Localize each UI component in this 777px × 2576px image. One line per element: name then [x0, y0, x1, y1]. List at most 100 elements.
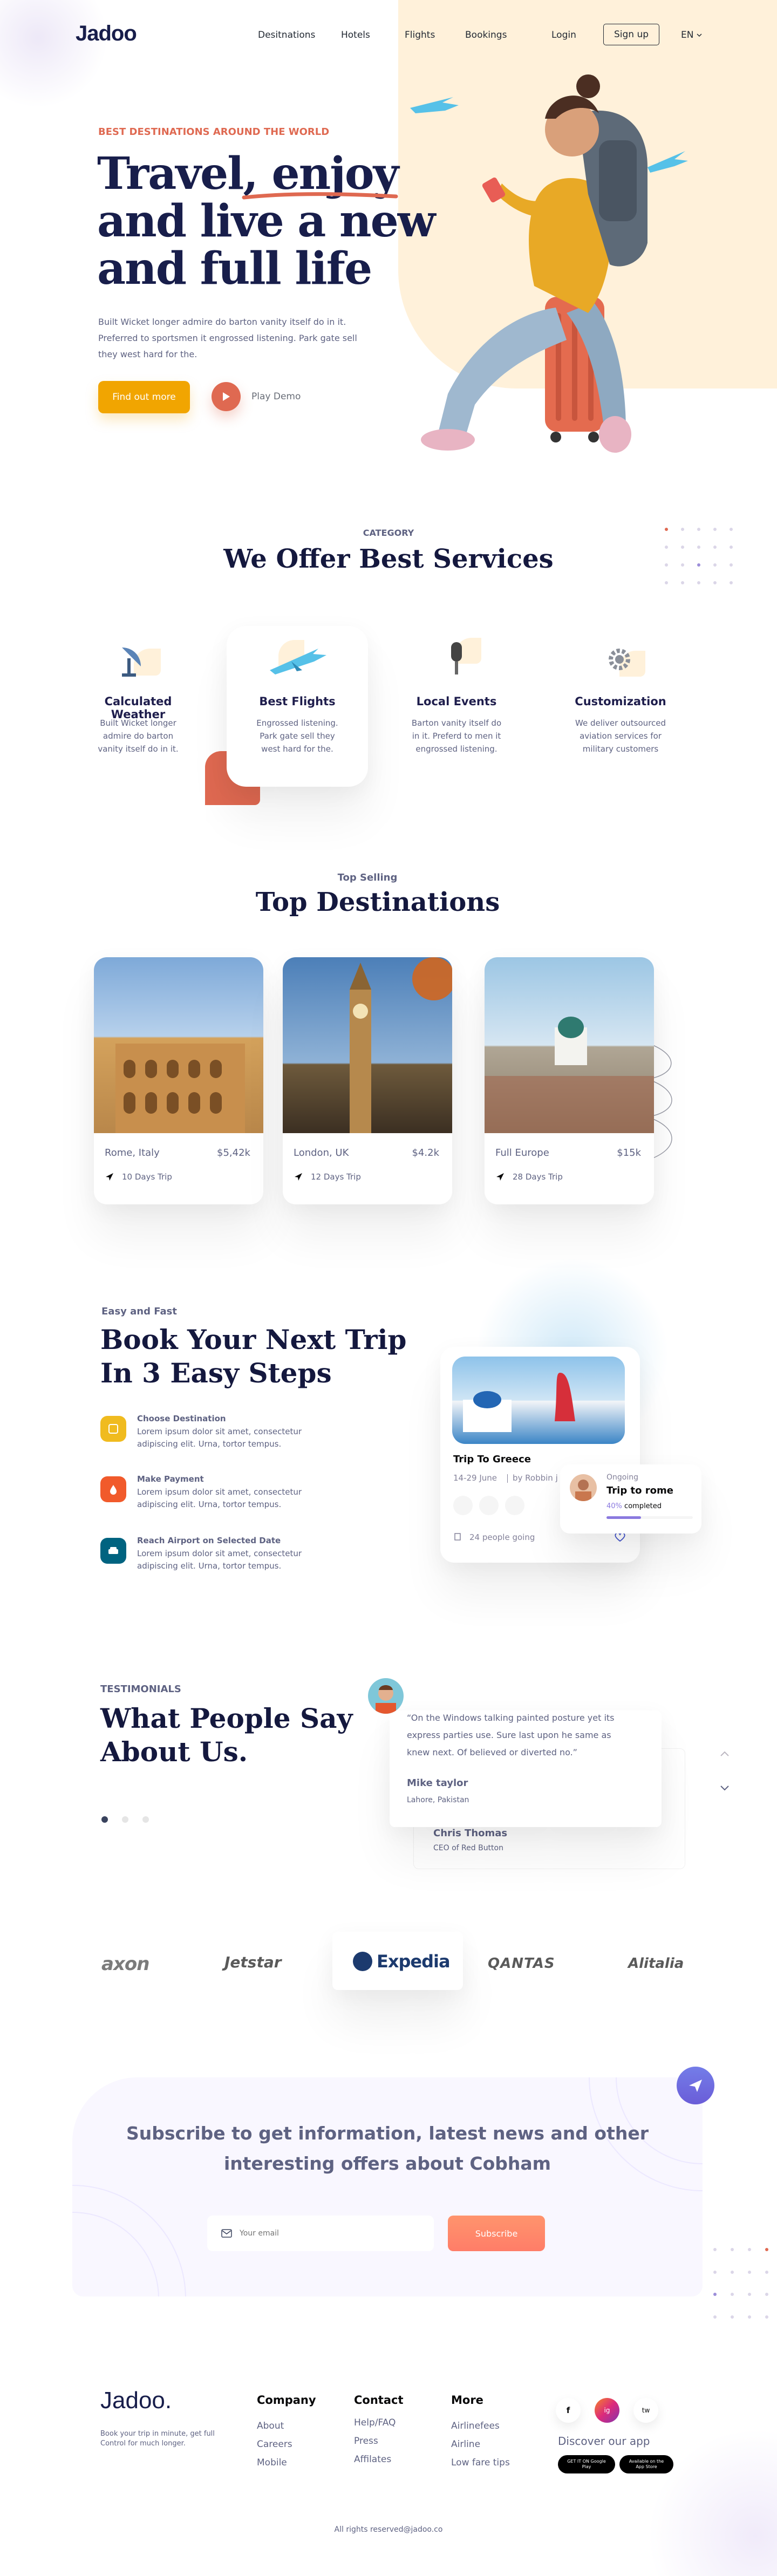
step-title: Reach Airport on Selected Date [137, 1536, 281, 1545]
destination-price: $4.2k [412, 1147, 439, 1158]
footer-link[interactable]: Low fare tips [451, 2457, 510, 2468]
subscribe-title-line1: Subscribe to get information, latest new… [126, 2123, 649, 2144]
destination-price: $15k [617, 1147, 641, 1158]
page-dot[interactable] [122, 1816, 128, 1823]
google-play-badge[interactable]: GET IT ON Google Play [558, 2455, 615, 2473]
chevron-down-icon[interactable] [720, 1785, 730, 1791]
destinations-eyebrow: Top Selling [337, 872, 398, 883]
nav-item-destinations[interactable]: Desitnations [258, 30, 315, 40]
find-out-more-button[interactable]: Find out more [98, 381, 190, 413]
satellite-dish-icon [122, 648, 141, 677]
send-badge [677, 2067, 714, 2104]
signup-button[interactable]: Sign up [603, 24, 659, 45]
send-icon[interactable] [505, 1496, 524, 1515]
service-card-weather[interactable]: Calculated Weather Built Wicket longer a… [76, 626, 201, 766]
language-selector[interactable]: EN [681, 30, 702, 40]
app-store-label: Available on the App Store [629, 2459, 664, 2469]
destination-card-london[interactable]: London, UK $4.2k 12 Days Trip [283, 957, 452, 1204]
nav-item-bookings[interactable]: Bookings [465, 30, 507, 40]
partner-qantas-logo: QANTAS [488, 1955, 555, 1972]
destination-trip: 10 Days Trip [122, 1172, 172, 1182]
london-image [283, 957, 452, 1133]
language-label: EN [681, 30, 694, 40]
subscribe-dot-grid [713, 2248, 768, 2323]
navigation-arrow-icon [106, 1173, 113, 1181]
step-reach-airport: Reach Airport on Selected Date Lorem ips… [100, 1536, 327, 1573]
booking-title-line1: Book Your Next Trip [100, 1324, 407, 1355]
ongoing-trip-card[interactable]: Ongoing Trip to rome 40% completed [560, 1464, 701, 1534]
footer-link[interactable]: Help/FAQ [354, 2417, 404, 2428]
hero-body: Built Wicket longer admire do barton van… [98, 317, 357, 359]
trip-people: 24 people going [469, 1532, 535, 1542]
page-dot[interactable] [142, 1816, 149, 1823]
hero-title-line2: and live a new [97, 195, 435, 247]
hero-traveler-illustration [410, 74, 688, 453]
play-demo-button[interactable]: Play Demo [212, 382, 301, 411]
back-role: CEO of Red Button [433, 1844, 503, 1852]
footer-link[interactable]: Airline [451, 2439, 510, 2450]
twitter-icon[interactable]: tw [633, 2398, 658, 2423]
step-icon-square [100, 1476, 126, 1502]
testimonial-name: Mike taylor [407, 1777, 468, 1789]
navigation-arrow-icon [496, 1173, 504, 1181]
ongoing-percent-word: completed [624, 1502, 662, 1510]
service-text: Engrossed listening. Park gate sell they… [256, 718, 338, 754]
footer-link[interactable]: Affilates [354, 2454, 404, 2465]
service-title: Local Events [416, 695, 497, 708]
services-title: We Offer Best Services [223, 544, 554, 574]
hero-title-line3: and full life [97, 243, 372, 295]
app-store-badge[interactable]: Available on the App Store [619, 2455, 673, 2473]
map-icon[interactable] [479, 1496, 499, 1515]
leaf-icon[interactable] [453, 1496, 473, 1515]
destination-trip: 28 Days Trip [513, 1172, 563, 1182]
facebook-icon[interactable]: f [556, 2398, 581, 2423]
nav-item-hotels[interactable]: Hotels [341, 30, 370, 40]
ongoing-percent: 40% [606, 1502, 622, 1510]
testimonial-pagination [101, 1816, 149, 1823]
booking-title-line2: In 3 Easy Steps [100, 1357, 332, 1389]
service-card-flights[interactable]: Best Flights Engrossed listening. Park g… [227, 626, 368, 787]
social-links: f ig tw [556, 2398, 658, 2423]
greece-image [452, 1357, 625, 1444]
checklist-icon [108, 1424, 118, 1434]
destination-card-europe[interactable]: Full Europe $15k 28 Days Trip [485, 957, 654, 1204]
step-choose-destination: Choose Destination Lorem ipsum dolor sit… [100, 1414, 327, 1451]
footer-link[interactable]: Press [354, 2436, 404, 2446]
play-icon [212, 382, 241, 411]
footer-link[interactable]: Careers [257, 2439, 316, 2450]
footer-col-title: Company [257, 2394, 316, 2407]
email-input[interactable] [240, 2229, 418, 2238]
footer-col-title: Contact [354, 2394, 404, 2407]
footer-col-company: Company About Careers Mobile [257, 2394, 316, 2468]
chevron-up-icon[interactable] [720, 1750, 730, 1757]
testimonials-title: What People Say About Us. [100, 1702, 353, 1769]
service-title: Customization [575, 695, 666, 708]
services-eyebrow: CATEGORY [363, 528, 414, 538]
service-card-events[interactable]: Local Events Barton vanity itself do in … [394, 626, 519, 766]
service-card-customization[interactable]: Customization We deliver outsourced avia… [558, 626, 683, 766]
footer-col-title: More [451, 2394, 483, 2407]
service-text: We deliver outsourced aviation services … [575, 718, 666, 754]
service-title: Best Flights [259, 695, 336, 708]
step-title: Make Payment [137, 1474, 204, 1484]
partner-axon-logo: axon [101, 1953, 149, 1975]
progress-track [606, 1516, 693, 1519]
instagram-icon[interactable]: ig [595, 2398, 619, 2423]
footer-link[interactable]: Mobile [257, 2457, 316, 2468]
subscribe-button[interactable]: Subscribe [448, 2216, 545, 2251]
chevron-down-icon [697, 33, 702, 37]
microphone-icon [451, 642, 462, 674]
footer-logo[interactable]: Jadoo. [100, 2387, 172, 2414]
service-text: Barton vanity itself do in it. Preferd t… [411, 718, 502, 754]
footer-link[interactable]: Airlinefees [451, 2421, 510, 2431]
nav-item-flights[interactable]: Flights [405, 30, 435, 40]
login-link[interactable]: Login [551, 30, 576, 40]
step-text: Lorem ipsum dolor sit amet, consectetur … [137, 1549, 302, 1571]
hero-title: Travel, enjoy and live a new and full li… [97, 150, 435, 295]
email-field[interactable] [207, 2216, 434, 2251]
footer-link[interactable]: About [257, 2421, 316, 2431]
google-play-label: GET IT ON Google Play [567, 2459, 606, 2469]
page-dot-active[interactable] [101, 1816, 108, 1823]
airplane-icon [270, 649, 326, 674]
destination-card-rome[interactable]: Rome, Italy $5,42k 10 Days Trip [94, 957, 263, 1204]
